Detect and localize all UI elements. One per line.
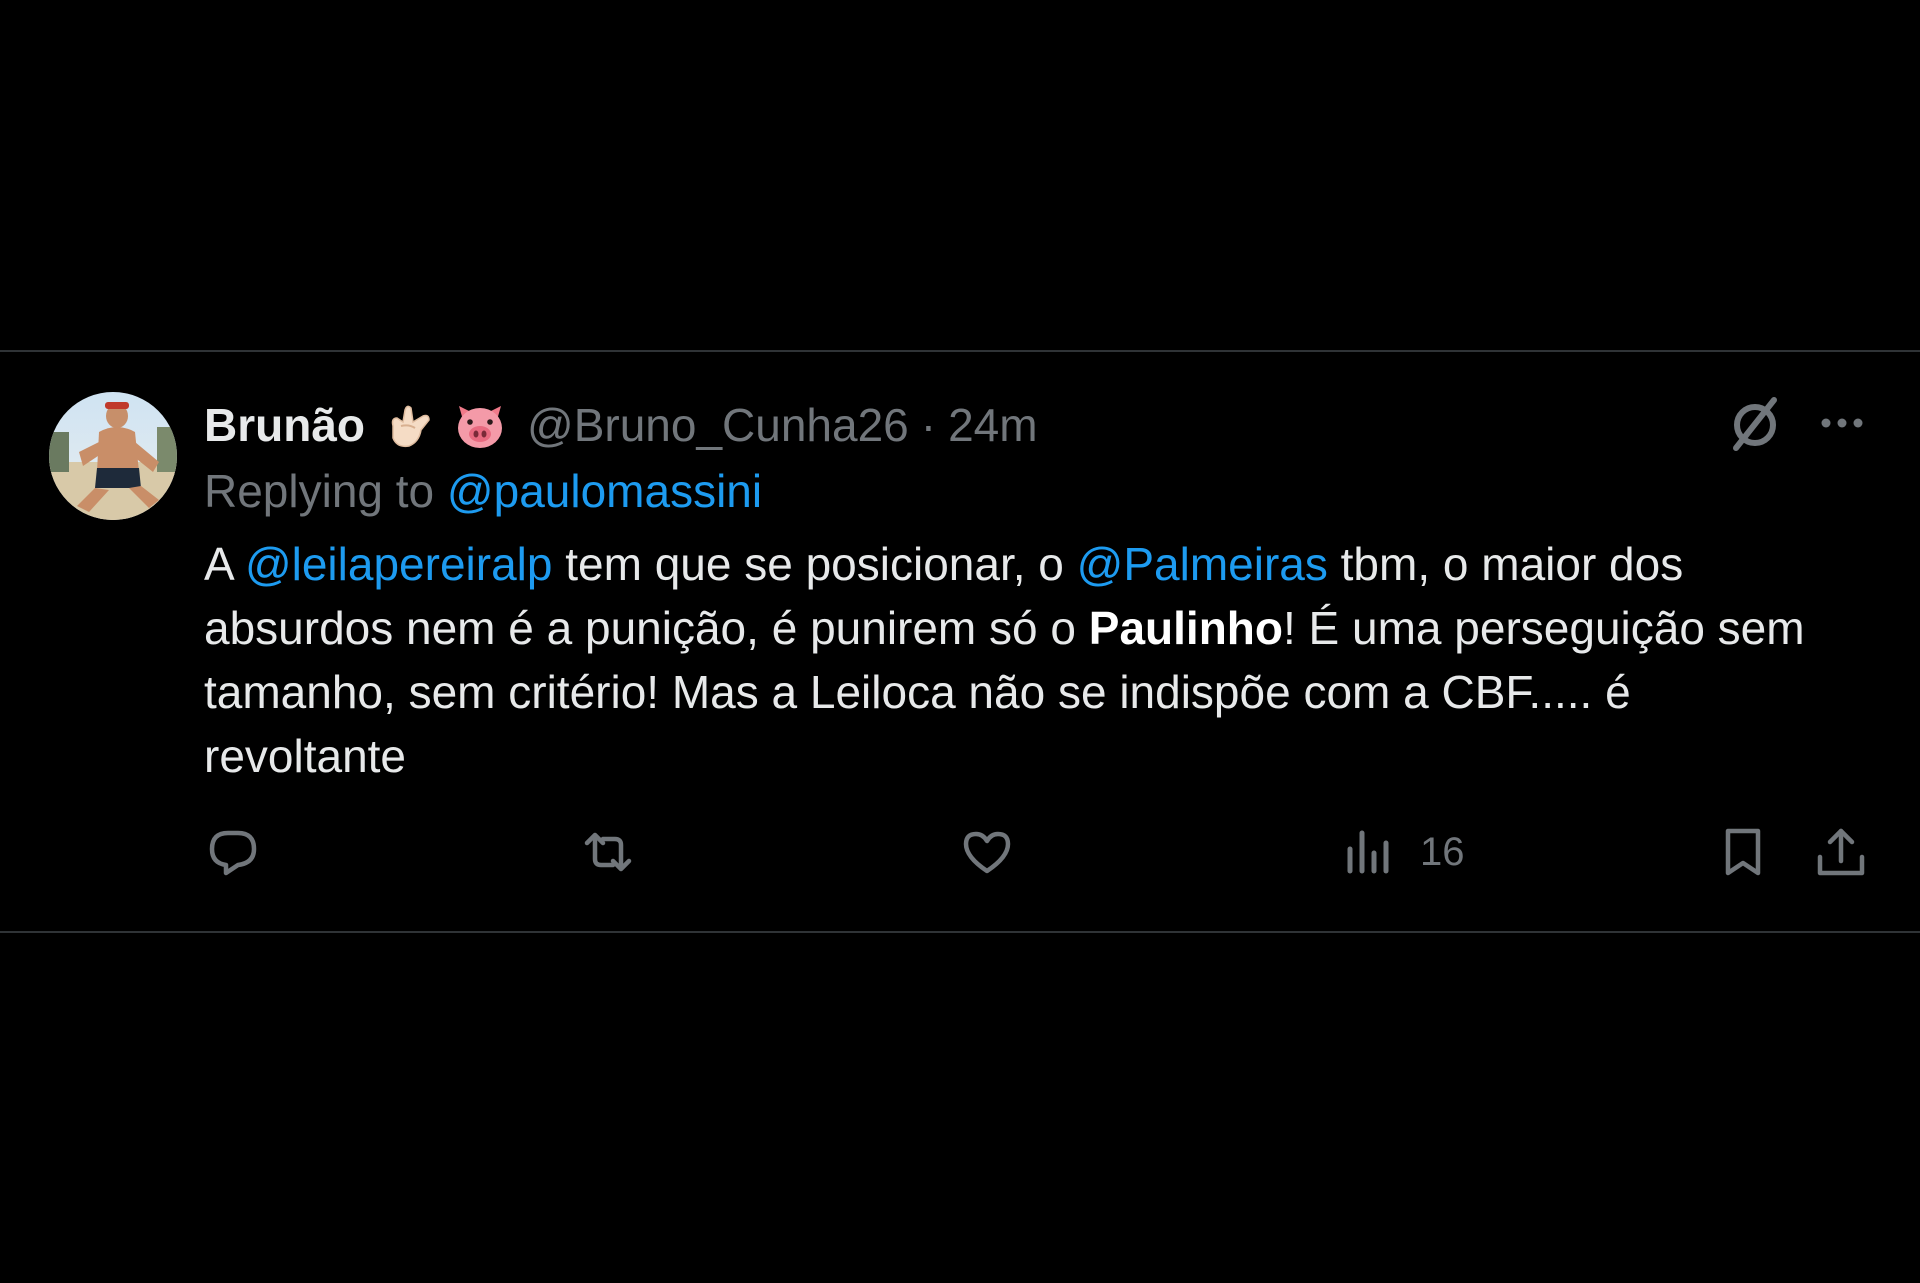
heart-icon (958, 823, 1016, 881)
avatar[interactable] (49, 392, 177, 520)
mention-link[interactable]: @leilapereiralp (245, 538, 553, 590)
grok-icon[interactable] (1724, 392, 1786, 454)
replying-to: Replying to @paulomassini (204, 464, 762, 518)
tweet-text: A @leilapereiralp tem que se posicionar,… (204, 532, 1844, 788)
reply-button[interactable] (204, 817, 262, 887)
bold-text: Paulinho (1088, 602, 1283, 654)
display-name[interactable]: Brunão (204, 398, 365, 452)
views-count: 16 (1420, 829, 1465, 874)
bookmark-button[interactable] (1714, 817, 1772, 887)
call-me-hand-emoji-icon (379, 396, 437, 454)
retweet-icon (579, 823, 637, 881)
replying-to-mention[interactable]: @paulomassini (447, 465, 762, 517)
tweet-actions-bar: 16 (204, 817, 1874, 887)
retweet-button[interactable] (579, 817, 637, 887)
pig-face-emoji-icon (451, 396, 509, 454)
separator-dot: · (920, 399, 937, 451)
views-button[interactable]: 16 (1340, 817, 1465, 887)
user-handle[interactable]: @Bruno_Cunha26 (527, 398, 909, 452)
share-icon (1812, 823, 1870, 881)
text-segment: A (204, 538, 245, 590)
like-button[interactable] (958, 817, 1016, 887)
reply-icon (204, 823, 262, 881)
tweet-card[interactable]: Brunão @Bruno_Cunha26 · 24m Replying to … (0, 350, 1920, 933)
replying-to-label: Replying to (204, 465, 435, 517)
more-options-icon[interactable] (1812, 393, 1872, 453)
bookmark-icon (1714, 823, 1772, 881)
share-button[interactable] (1812, 817, 1870, 887)
text-segment: tem que se posicionar, o (552, 538, 1077, 590)
views-bar-chart-icon (1340, 823, 1398, 881)
tweet-top-actions (1724, 392, 1872, 454)
mention-link[interactable]: @Palmeiras (1077, 538, 1328, 590)
tweet-header: Brunão @Bruno_Cunha26 · 24m (204, 390, 1038, 460)
timestamp[interactable]: 24m (948, 398, 1037, 452)
